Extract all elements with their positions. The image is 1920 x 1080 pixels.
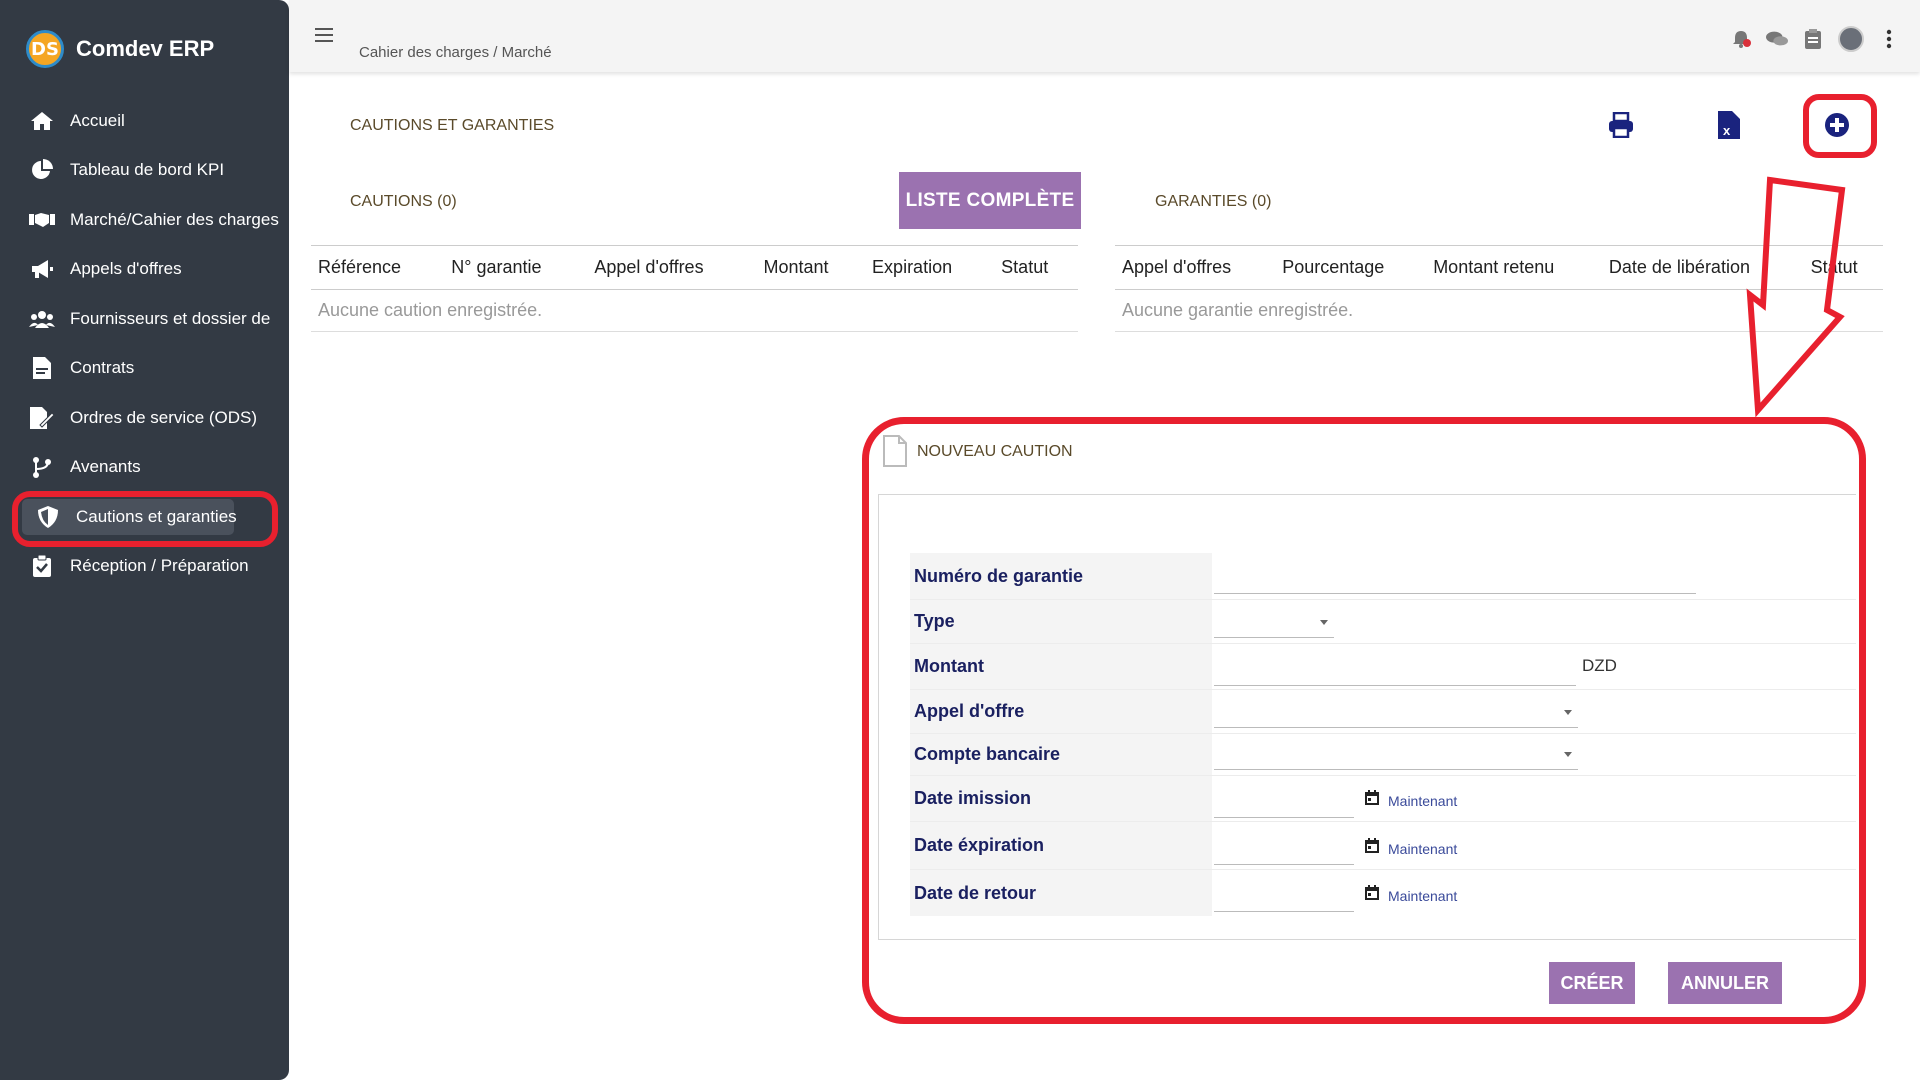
megaphone-icon [28, 257, 56, 281]
sidebar-item-appels[interactable]: Appels d'offres [0, 245, 289, 295]
highlight-annotation-add [1803, 94, 1877, 158]
sidebar-item-marche[interactable]: Marché/Cahier des charges [0, 195, 289, 245]
column-header[interactable]: Expiration [865, 245, 995, 290]
sidebar-item-label: Accueil [70, 110, 125, 130]
top-bar: Cahier des charges / Marché [289, 0, 1920, 72]
highlight-annotation-form [862, 417, 1866, 1024]
pie-chart-icon [28, 158, 56, 182]
sidebar-item-label: Contrats [70, 358, 135, 378]
garanties-title: GARANTIES (0) [1155, 193, 1272, 210]
print-icon [1609, 112, 1633, 138]
column-header[interactable]: Montant [756, 245, 866, 290]
chat-icon[interactable] [1766, 28, 1788, 50]
handshake-icon [28, 208, 56, 232]
sidebar: DS Comdev ERP Accueil Tableau de bord KP… [0, 0, 289, 1080]
more-vertical-icon[interactable] [1878, 28, 1900, 50]
sidebar-item-contrats[interactable]: Contrats [0, 344, 289, 394]
sidebar-item-reception[interactable]: Réception / Préparation [0, 542, 289, 592]
sidebar-item-kpi[interactable]: Tableau de bord KPI [0, 146, 289, 196]
sidebar-item-fournisseurs[interactable]: Fournisseurs et dossier de [0, 294, 289, 344]
file-signature-icon [28, 406, 56, 430]
sidebar-item-label: Marché/Cahier des charges [70, 209, 279, 229]
top-icons [1730, 26, 1900, 52]
branch-icon [28, 455, 56, 479]
cautions-title: CAUTIONS (0) [350, 193, 457, 210]
column-header[interactable]: Appel d'offres [587, 245, 757, 290]
bell-icon[interactable] [1730, 28, 1752, 50]
table-header-row: Référence N° garantie Appel d'offres Mon… [311, 245, 1078, 290]
sidebar-item-label: Réception / Préparation [70, 556, 249, 576]
column-header[interactable]: Montant retenu [1426, 245, 1602, 290]
svg-text:x: x [1723, 123, 1731, 138]
highlight-annotation-sidebar [12, 491, 278, 547]
clipboard-icon[interactable] [1802, 28, 1824, 50]
home-icon [28, 109, 56, 133]
sidebar-item-label: Avenants [70, 457, 141, 477]
avatar[interactable] [1838, 26, 1864, 52]
menu-icon[interactable] [315, 28, 333, 42]
brand[interactable]: DS Comdev ERP [26, 30, 214, 68]
sidebar-item-label: Appels d'offres [70, 259, 182, 279]
sidebar-item-label: Tableau de bord KPI [70, 160, 225, 180]
sidebar-item-label: Ordres de service (ODS) [70, 407, 258, 427]
empty-message: Aucune caution enregistrée. [311, 289, 1078, 332]
column-header[interactable]: Référence [311, 245, 445, 290]
sidebar-item-avenants[interactable]: Avenants [0, 443, 289, 493]
file-excel-icon: x [1718, 111, 1740, 139]
sidebar-item-ods[interactable]: Ordres de service (ODS) [0, 393, 289, 443]
clipboard-check-icon [28, 554, 56, 578]
column-header[interactable]: Statut [994, 245, 1078, 290]
users-icon [28, 307, 56, 331]
sidebar-item-accueil[interactable]: Accueil [0, 96, 289, 146]
file-pdf-icon [28, 356, 56, 380]
print-button[interactable] [1606, 110, 1636, 140]
arrow-annotation [1746, 176, 1846, 418]
app-logo: DS [26, 30, 64, 68]
page-title: CAUTIONS ET GARANTIES [350, 117, 555, 134]
breadcrumb: Cahier des charges / Marché [359, 44, 552, 61]
column-header[interactable]: N° garantie [444, 245, 588, 290]
table-row: Aucune caution enregistrée. [311, 289, 1078, 332]
app-name: Comdev ERP [76, 36, 215, 61]
full-list-button[interactable]: LISTE COMPLÈTE [899, 172, 1081, 229]
column-header[interactable]: Pourcentage [1275, 245, 1427, 290]
cautions-table: Référence N° garantie Appel d'offres Mon… [311, 245, 1078, 332]
export-excel-button[interactable]: x [1714, 110, 1744, 140]
column-header[interactable]: Appel d'offres [1115, 245, 1276, 290]
sidebar-item-label: Fournisseurs et dossier de [70, 308, 271, 328]
